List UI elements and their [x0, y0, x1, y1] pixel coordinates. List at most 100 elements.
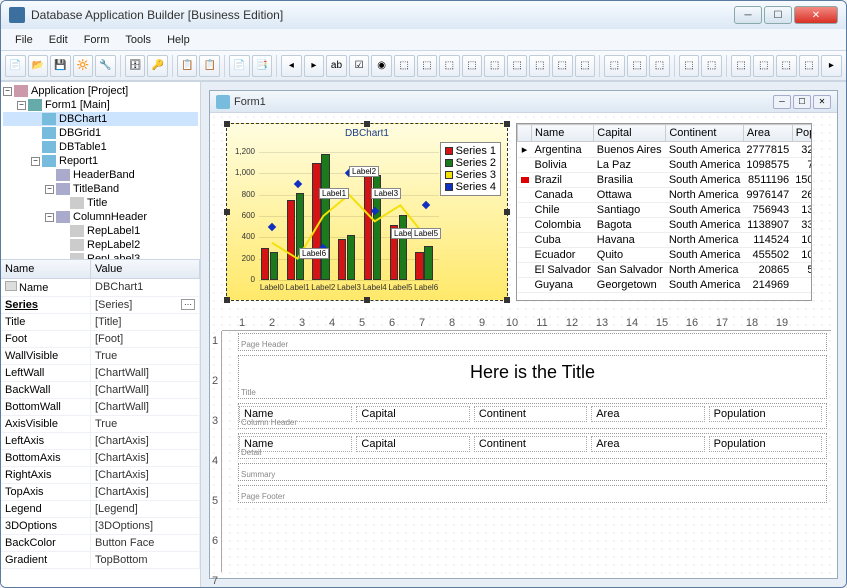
tree-node[interactable]: DBGrid1 — [3, 126, 198, 140]
toolbar-button-25[interactable]: ⬚ — [507, 55, 528, 77]
toolbar-button-17[interactable]: ab — [326, 55, 347, 77]
grid-cell[interactable]: Canada — [532, 188, 594, 203]
grid-cell[interactable]: Santiago — [594, 203, 666, 218]
report-column-label[interactable]: Continent — [474, 436, 587, 452]
report-column-label[interactable]: Population — [709, 406, 822, 422]
tree-expand-icon[interactable]: − — [45, 213, 54, 222]
grid-cell[interactable]: El Salvador — [532, 263, 594, 278]
grid-row[interactable]: ▸ArgentinaBuenos AiresSouth America27778… — [518, 142, 813, 158]
property-value[interactable]: [3DOptions] — [91, 518, 200, 534]
grid-cell[interactable]: 114524 — [743, 233, 792, 248]
grid-cell[interactable]: 10600000 — [792, 248, 812, 263]
property-value[interactable]: [Series]⋯ — [91, 297, 200, 313]
property-value[interactable]: [ChartAxis] — [91, 484, 200, 500]
tree-node[interactable]: −ColumnHeader — [3, 210, 198, 224]
grid-cell[interactable]: 1138907 — [743, 218, 792, 233]
property-row[interactable]: LeftWall[ChartWall] — [1, 365, 200, 382]
grid-cell[interactable]: 150400000 — [792, 173, 812, 188]
toolbar-button-2[interactable]: 💾 — [50, 55, 71, 77]
grid-column-header[interactable]: Area — [743, 125, 792, 142]
grid-row[interactable]: ChileSantiagoSouth America75694313200000 — [518, 203, 813, 218]
property-value[interactable]: [Title] — [91, 314, 200, 330]
tree-expand-icon[interactable]: − — [3, 87, 12, 96]
tree-node[interactable]: RepLabel3 — [3, 252, 198, 260]
report-column-label[interactable]: Capital — [356, 436, 469, 452]
report-designer[interactable]: Page Header Here is the Title Title Name… — [238, 333, 827, 572]
grid-column-header[interactable]: Continent — [666, 125, 744, 142]
toolbar-button-12[interactable]: 📄 — [229, 55, 250, 77]
grid-cell[interactable]: Guyana — [532, 278, 594, 293]
tree-node[interactable]: −Report1 — [3, 154, 198, 168]
grid-cell[interactable]: 33000000 — [792, 218, 812, 233]
property-value[interactable]: True — [91, 416, 200, 432]
grid-cell[interactable]: 455502 — [743, 248, 792, 263]
grid-cell[interactable]: Havana — [594, 233, 666, 248]
toolbar-button-35[interactable]: ⬚ — [701, 55, 722, 77]
maximize-button[interactable]: ☐ — [764, 6, 792, 24]
form-canvas[interactable]: DBChart1 Series 1Series 2Series 3Series … — [210, 113, 837, 578]
toolbar-button-40[interactable]: ⬚ — [799, 55, 820, 77]
toolbar-button-1[interactable]: 📂 — [28, 55, 49, 77]
toolbar-button-13[interactable]: 📑 — [252, 55, 273, 77]
titlebar[interactable]: Database Application Builder [Business E… — [1, 1, 846, 29]
grid-cell[interactable]: Georgetown — [594, 278, 666, 293]
property-row[interactable]: Legend[Legend] — [1, 501, 200, 518]
property-value[interactable]: [ChartWall] — [91, 365, 200, 381]
property-row[interactable]: AxisVisibleTrue — [1, 416, 200, 433]
grid-cell[interactable]: Brazil — [532, 173, 594, 188]
report-column-label[interactable]: Area — [591, 436, 704, 452]
property-row[interactable]: BottomAxis[ChartAxis] — [1, 450, 200, 467]
property-row[interactable]: BackColorButton Face — [1, 535, 200, 552]
grid-cell[interactable]: 32300003 — [792, 142, 812, 158]
grid-cell[interactable]: Colombia — [532, 218, 594, 233]
toolbar-button-19[interactable]: ◉ — [371, 55, 392, 77]
grid-cell[interactable]: Quito — [594, 248, 666, 263]
grid-row[interactable]: ColombiaBagotaSouth America1138907330000… — [518, 218, 813, 233]
grid-cell[interactable]: Brasilia — [594, 173, 666, 188]
tree-node[interactable]: Title — [3, 196, 198, 210]
grid-cell[interactable]: Argentina — [532, 142, 594, 158]
toolbar-button-31[interactable]: ⬚ — [627, 55, 648, 77]
report-column-label[interactable]: Area — [591, 406, 704, 422]
tree-node[interactable]: DBTable1 — [3, 140, 198, 154]
toolbar-button-7[interactable]: 🔑 — [147, 55, 168, 77]
toolbar-button-6[interactable]: 🗄 — [125, 55, 146, 77]
grid-column-header[interactable]: Name — [532, 125, 594, 142]
grid-cell[interactable]: Ecuador — [532, 248, 594, 263]
grid-cell[interactable]: 214969 — [743, 278, 792, 293]
property-row[interactable]: 3DOptions[3DOptions] — [1, 518, 200, 535]
grid-column-header[interactable]: Population — [792, 125, 812, 142]
tree-node[interactable]: −TitleBand — [3, 182, 198, 196]
grid-cell[interactable]: 10600000 — [792, 233, 812, 248]
toolbar-button-34[interactable]: ⬚ — [679, 55, 700, 77]
tree-node[interactable]: −Form1 [Main] — [3, 98, 198, 112]
toolbar-button-32[interactable]: ⬚ — [649, 55, 670, 77]
grid-cell[interactable]: North America — [666, 233, 744, 248]
toolbar-button-3[interactable]: 🔆 — [73, 55, 94, 77]
tree-expand-icon[interactable]: − — [17, 101, 26, 110]
property-value[interactable]: [ChartAxis] — [91, 467, 200, 483]
property-value[interactable]: [ChartAxis] — [91, 450, 200, 466]
report-column-label[interactable]: Population — [709, 436, 822, 452]
toolbar-button-20[interactable]: ⬚ — [394, 55, 415, 77]
grid-cell[interactable]: Ottawa — [594, 188, 666, 203]
grid-row[interactable]: GuyanaGeorgetownSouth America21496980000… — [518, 278, 813, 293]
property-row[interactable]: WallVisibleTrue — [1, 348, 200, 365]
grid-cell[interactable]: South America — [666, 278, 744, 293]
menu-file[interactable]: File — [7, 32, 41, 48]
grid-cell[interactable]: 5300000 — [792, 263, 812, 278]
toolbar-button-41[interactable]: ▸ — [821, 55, 842, 77]
toolbar-button-28[interactable]: ⬚ — [575, 55, 596, 77]
grid-cell[interactable]: Bagota — [594, 218, 666, 233]
menu-edit[interactable]: Edit — [41, 32, 76, 48]
grid-row[interactable]: BrazilBrasiliaSouth America8511196150400… — [518, 173, 813, 188]
grid-row[interactable]: CanadaOttawaNorth America997614726500000 — [518, 188, 813, 203]
grid-cell[interactable]: 800000 — [792, 278, 812, 293]
grid-cell[interactable]: 756943 — [743, 203, 792, 218]
design-area[interactable]: Form1 ─ ☐ ✕ DBChart1 Series 1Series 2Ser… — [201, 82, 846, 587]
grid-cell[interactable]: 8511196 — [743, 173, 792, 188]
tree-node[interactable]: RepLabel2 — [3, 238, 198, 252]
project-tree[interactable]: −Application [Project]−Form1 [Main]DBCha… — [1, 82, 200, 260]
toolbar-button-24[interactable]: ⬚ — [484, 55, 505, 77]
grid-cell[interactable]: South America — [666, 218, 744, 233]
